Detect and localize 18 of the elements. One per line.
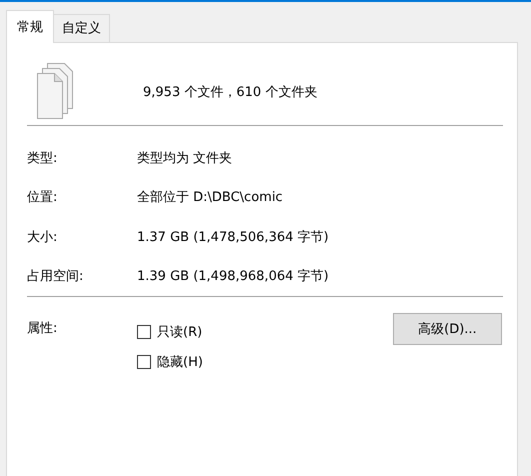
checkbox[interactable] bbox=[137, 355, 151, 369]
property-value: 1.39 GB (1,498,968,064 字节) bbox=[137, 268, 329, 286]
documents-icon bbox=[35, 63, 75, 121]
attributes-label: 属性: bbox=[27, 320, 58, 338]
property-value: 全部位于 D:\DBC\comic bbox=[137, 189, 283, 206]
property-label: 类型: bbox=[27, 150, 58, 167]
property-label: 大小: bbox=[27, 228, 58, 246]
checkbox-label[interactable]: 隐藏(H) bbox=[157, 353, 203, 371]
checkbox[interactable] bbox=[137, 325, 151, 339]
property-value: 类型均为 文件夹 bbox=[137, 150, 232, 167]
property-value: 1.37 GB (1,478,506,364 字节) bbox=[137, 228, 329, 246]
summary-text: 9,953 个文件，610 个文件夹 bbox=[143, 84, 318, 101]
property-label: 占用空间: bbox=[27, 268, 84, 286]
tab[interactable]: 常规 bbox=[6, 10, 54, 43]
tab[interactable]: 自定义 bbox=[53, 14, 110, 42]
property-label: 位置: bbox=[27, 189, 58, 206]
checkbox-label[interactable]: 只读(R) bbox=[157, 323, 202, 341]
advanced-button[interactable]: 高级(D)... bbox=[392, 313, 502, 345]
